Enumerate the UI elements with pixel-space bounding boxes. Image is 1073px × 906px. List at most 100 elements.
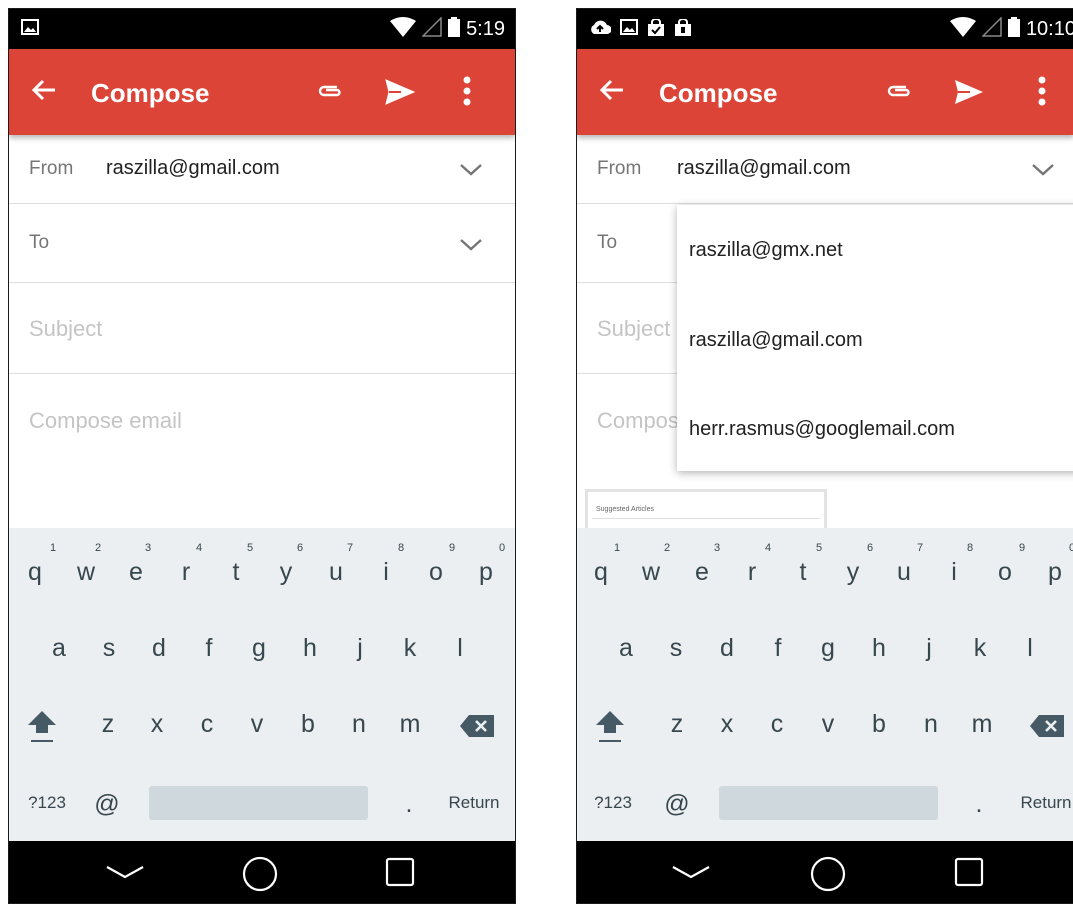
key-d[interactable]: d: [139, 634, 179, 663]
send-icon[interactable]: [954, 79, 984, 110]
shift-icon[interactable]: [595, 710, 625, 739]
key-l[interactable]: l: [1010, 634, 1050, 663]
key-hint-7: 7: [346, 542, 354, 554]
subject-field[interactable]: Subject: [9, 283, 515, 374]
symbols-key[interactable]: ?123: [19, 793, 75, 813]
paperclip-icon[interactable]: [886, 82, 912, 105]
key-c[interactable]: c: [757, 710, 797, 739]
key-x[interactable]: x: [137, 710, 177, 739]
key-k[interactable]: k: [960, 634, 1000, 663]
arrow-left-icon[interactable]: [31, 77, 57, 108]
key-p[interactable]: p: [466, 558, 506, 587]
more-vert-icon[interactable]: [463, 75, 471, 112]
send-icon[interactable]: [385, 79, 416, 110]
paperclip-icon[interactable]: [317, 82, 343, 105]
to-row[interactable]: To: [9, 204, 515, 283]
key-u[interactable]: u: [884, 558, 924, 587]
return-key[interactable]: Return: [1011, 793, 1073, 813]
key-s[interactable]: s: [89, 634, 129, 663]
nav-home-icon[interactable]: [241, 855, 279, 898]
key-o[interactable]: o: [985, 558, 1025, 587]
key-u[interactable]: u: [316, 558, 356, 587]
key-r[interactable]: r: [166, 558, 206, 587]
key-z[interactable]: z: [657, 710, 697, 739]
dropdown-option-gmail[interactable]: raszilla@gmail.com: [689, 329, 863, 352]
key-g[interactable]: g: [239, 634, 279, 663]
from-row[interactable]: From raszilla@gmail.com: [9, 135, 515, 204]
key-i[interactable]: i: [934, 558, 974, 587]
wifi-icon: [949, 17, 976, 42]
key-h[interactable]: h: [290, 634, 330, 663]
key-n[interactable]: n: [911, 710, 951, 739]
key-t[interactable]: t: [216, 558, 256, 587]
key-y[interactable]: y: [833, 558, 873, 587]
card-divider: [592, 518, 820, 519]
key-n[interactable]: n: [339, 710, 379, 739]
return-key[interactable]: Return: [439, 793, 509, 813]
shopping-bag-icon: [674, 18, 692, 42]
key-p[interactable]: p: [1035, 558, 1073, 587]
shift-icon[interactable]: [27, 710, 57, 739]
key-f[interactable]: f: [758, 634, 798, 663]
key-k[interactable]: k: [390, 634, 430, 663]
app-bar: Compose: [9, 49, 515, 135]
page-title: Compose: [91, 78, 210, 108]
at-key[interactable]: @: [657, 790, 697, 819]
key-j[interactable]: j: [340, 634, 380, 663]
key-f[interactable]: f: [189, 634, 229, 663]
period-key[interactable]: .: [389, 790, 429, 819]
more-vert-icon[interactable]: [1038, 75, 1046, 112]
key-v[interactable]: v: [808, 710, 848, 739]
nav-recents-icon[interactable]: [385, 857, 415, 892]
battery-icon: [1007, 17, 1020, 42]
chevron-down-icon[interactable]: [459, 163, 483, 182]
key-r[interactable]: r: [732, 558, 772, 587]
key-q[interactable]: q: [581, 558, 621, 587]
key-m[interactable]: m: [962, 710, 1002, 739]
arrow-left-icon[interactable]: [599, 77, 625, 108]
dropdown-option-googlemail[interactable]: herr.rasmus@googlemail.com: [689, 418, 955, 441]
keyboard: 1 2 3 4 5 6 7 8 9 0 q w e r t y u i o p …: [9, 528, 515, 841]
key-l[interactable]: l: [440, 634, 480, 663]
key-g[interactable]: g: [808, 634, 848, 663]
key-o[interactable]: o: [416, 558, 456, 587]
battery-icon: [448, 17, 461, 42]
key-c[interactable]: c: [187, 710, 227, 739]
spacebar[interactable]: [149, 786, 368, 820]
key-e[interactable]: e: [116, 558, 156, 587]
body-field[interactable]: Compose email: [9, 374, 515, 528]
key-v[interactable]: v: [237, 710, 277, 739]
nav-home-icon[interactable]: [809, 855, 847, 898]
key-x[interactable]: x: [707, 710, 747, 739]
key-z[interactable]: z: [88, 710, 128, 739]
symbols-key[interactable]: ?123: [585, 793, 641, 813]
key-b[interactable]: b: [288, 710, 328, 739]
key-d[interactable]: d: [707, 634, 747, 663]
nav-back-icon[interactable]: [671, 865, 711, 884]
key-b[interactable]: b: [859, 710, 899, 739]
key-t[interactable]: t: [783, 558, 823, 587]
key-w[interactable]: w: [66, 558, 106, 587]
key-m[interactable]: m: [390, 710, 430, 739]
key-e[interactable]: e: [682, 558, 722, 587]
dropdown-option-gmx[interactable]: raszilla@gmx.net: [689, 239, 843, 262]
from-row[interactable]: From raszilla@gmail.com: [577, 135, 1073, 204]
key-i[interactable]: i: [366, 558, 406, 587]
spacebar[interactable]: [719, 786, 938, 820]
key-j[interactable]: j: [909, 634, 949, 663]
key-a[interactable]: a: [606, 634, 646, 663]
key-h[interactable]: h: [859, 634, 899, 663]
at-key[interactable]: @: [87, 790, 127, 819]
nav-back-icon[interactable]: [105, 865, 145, 884]
backspace-icon[interactable]: [1029, 714, 1065, 743]
key-y[interactable]: y: [266, 558, 306, 587]
key-q[interactable]: q: [15, 558, 55, 587]
period-key[interactable]: .: [959, 790, 999, 819]
key-w[interactable]: w: [631, 558, 671, 587]
chevron-down-icon[interactable]: [1031, 163, 1055, 182]
key-a[interactable]: a: [39, 634, 79, 663]
chevron-down-icon[interactable]: [459, 238, 483, 257]
nav-recents-icon[interactable]: [954, 857, 984, 892]
backspace-icon[interactable]: [459, 714, 495, 743]
key-s[interactable]: s: [656, 634, 696, 663]
